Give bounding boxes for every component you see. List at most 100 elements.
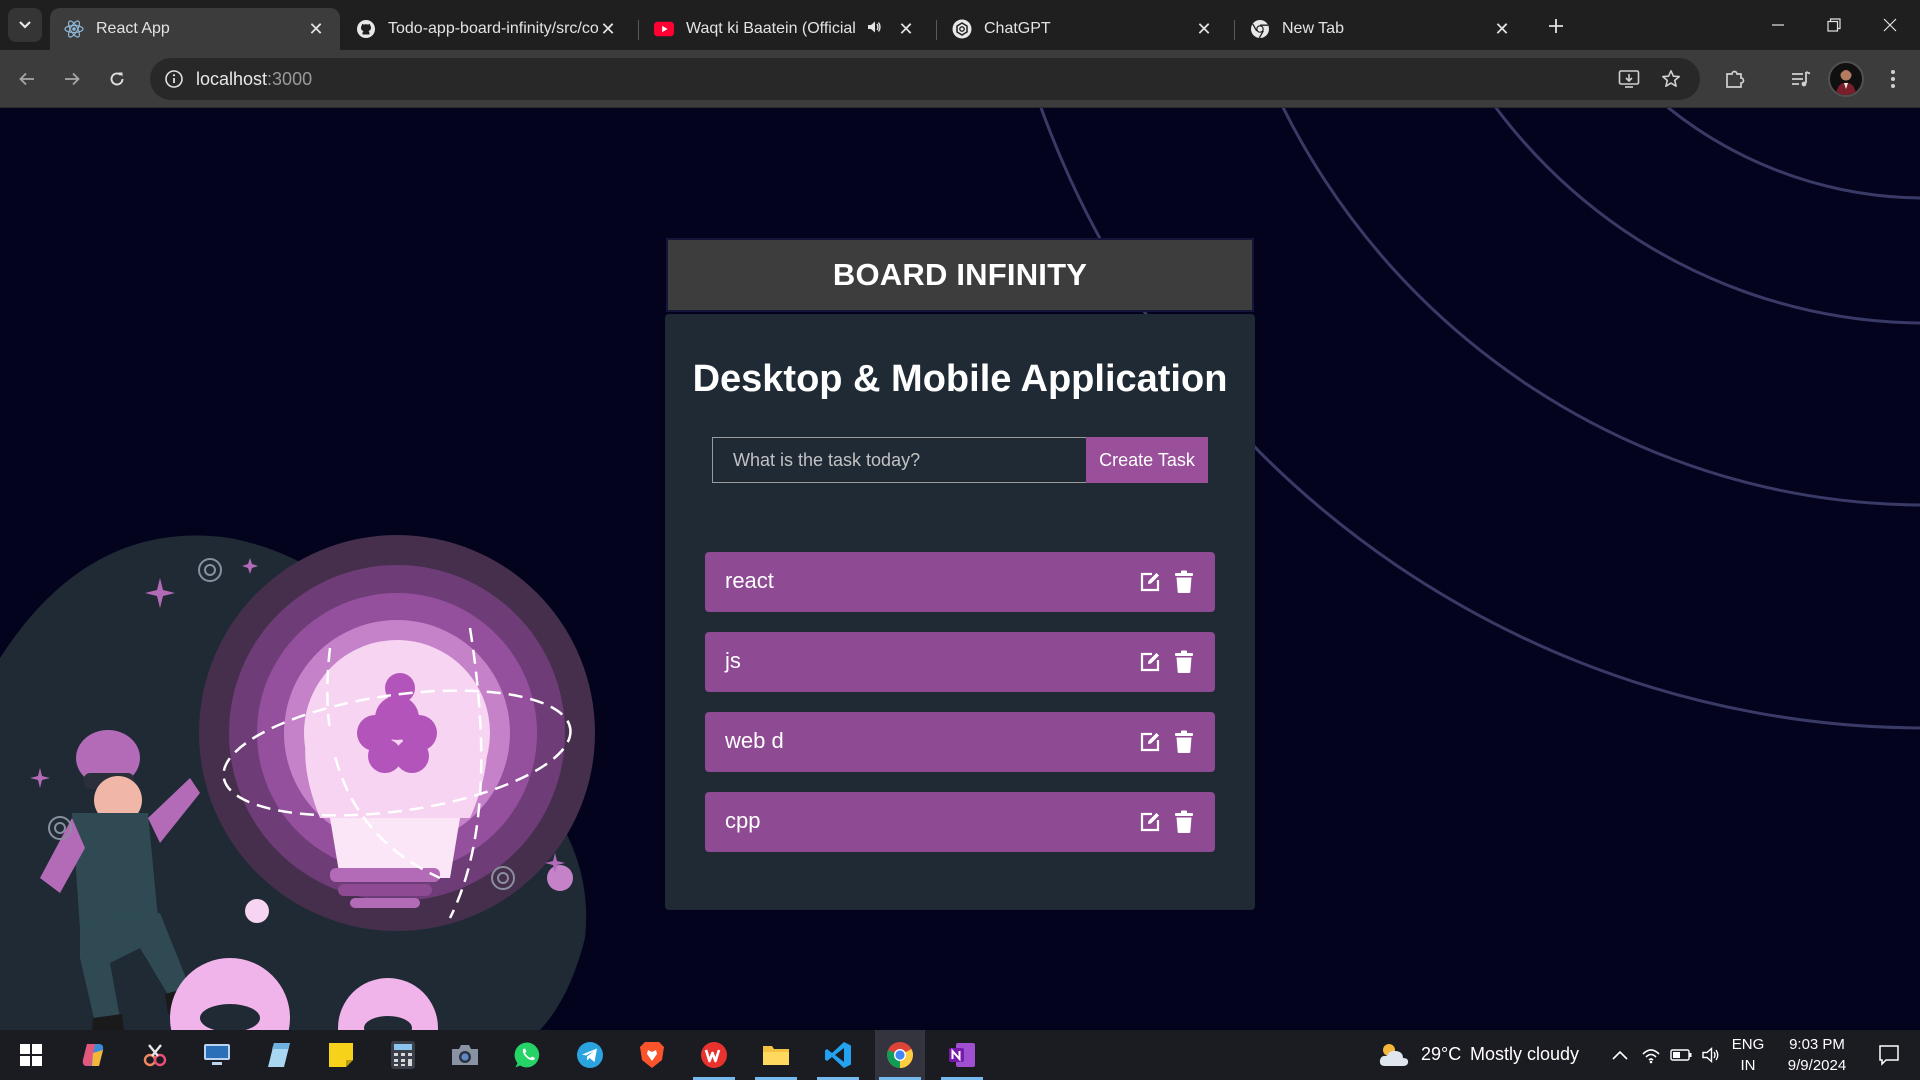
chevron-up-icon bbox=[1612, 1050, 1628, 1060]
url-text: localhost:3000 bbox=[196, 69, 312, 90]
trash-icon[interactable] bbox=[1174, 810, 1194, 834]
file-explorer-icon[interactable] bbox=[751, 1030, 801, 1080]
windows-start-icon[interactable] bbox=[6, 1030, 56, 1080]
trash-icon[interactable] bbox=[1174, 650, 1194, 674]
site-info-icon[interactable] bbox=[164, 69, 184, 89]
edit-icon[interactable] bbox=[1139, 651, 1161, 673]
restore-icon bbox=[1827, 18, 1841, 32]
brand-title: BOARD INFINITY bbox=[832, 257, 1088, 292]
remote-desktop-icon[interactable] bbox=[192, 1030, 242, 1080]
chrome-menu-button[interactable] bbox=[1876, 62, 1910, 96]
task-item: js bbox=[705, 632, 1215, 692]
region-code: IN bbox=[1740, 1057, 1756, 1074]
trash-icon[interactable] bbox=[1174, 730, 1194, 754]
notifications-button[interactable] bbox=[1866, 1030, 1912, 1080]
trash-icon[interactable] bbox=[1174, 570, 1194, 594]
telegram-icon[interactable] bbox=[565, 1030, 615, 1080]
tab-title: ChatGPT bbox=[984, 20, 1051, 37]
vscode-icon[interactable] bbox=[813, 1030, 863, 1080]
lightbulb-illustration bbox=[0, 535, 595, 1030]
close-tab-icon[interactable]: ✕ bbox=[1194, 19, 1214, 39]
camera-icon[interactable] bbox=[440, 1030, 490, 1080]
task-item: web d bbox=[705, 712, 1215, 772]
github-icon bbox=[356, 19, 376, 39]
url-host: localhost bbox=[196, 69, 268, 89]
tab-github[interactable]: Todo-app-board-infinity/src/co ✕ bbox=[342, 8, 632, 50]
brand-header: BOARD INFINITY bbox=[666, 238, 1254, 312]
new-tab-button[interactable] bbox=[1540, 10, 1572, 42]
sticky-notes-icon[interactable] bbox=[316, 1030, 366, 1080]
close-window-button[interactable] bbox=[1862, 0, 1918, 50]
weather-widget[interactable] bbox=[1372, 1030, 1416, 1080]
tab-react-app[interactable]: React App ✕ bbox=[50, 8, 340, 50]
language-code: ENG bbox=[1731, 1036, 1765, 1053]
tab-separator bbox=[936, 20, 937, 40]
tab-title: New Tab bbox=[1282, 20, 1344, 37]
show-hidden-icons[interactable] bbox=[1604, 1030, 1636, 1080]
weather-temp[interactable]: 29°C bbox=[1421, 1044, 1461, 1065]
calculator-icon[interactable] bbox=[378, 1030, 428, 1080]
clock-time: 9:03 PM bbox=[1789, 1036, 1845, 1053]
close-tab-icon[interactable]: ✕ bbox=[1492, 19, 1512, 39]
chrome-icon[interactable] bbox=[875, 1030, 925, 1080]
create-task-button[interactable]: Create Task bbox=[1086, 437, 1208, 483]
whatsapp-icon[interactable] bbox=[503, 1030, 553, 1080]
forward-button[interactable] bbox=[55, 62, 89, 96]
minimize-icon bbox=[1772, 24, 1784, 26]
tab-youtube[interactable]: Waqt ki Baatein (Official Mu ✕ bbox=[640, 8, 930, 50]
media-controls-button[interactable] bbox=[1784, 62, 1818, 96]
arrow-left-icon bbox=[19, 72, 34, 86]
tab-search-button[interactable] bbox=[8, 8, 42, 42]
close-tab-icon[interactable]: ✕ bbox=[896, 19, 916, 39]
address-bar[interactable]: localhost:3000 bbox=[150, 58, 1700, 100]
windows-taskbar: 29°C Mostly cloudy ENG IN 9:03 PM 9/9/20… bbox=[0, 1030, 1920, 1080]
brave-icon[interactable] bbox=[627, 1030, 677, 1080]
snipping-tool-icon[interactable] bbox=[130, 1030, 180, 1080]
partly-cloudy-icon bbox=[1379, 1044, 1409, 1066]
url-port: :3000 bbox=[267, 69, 313, 89]
task-label: js bbox=[725, 648, 741, 673]
task-item: cpp bbox=[705, 792, 1215, 852]
more-vertical-icon bbox=[1891, 70, 1895, 88]
restore-button[interactable] bbox=[1806, 0, 1862, 50]
speaker-icon[interactable] bbox=[866, 19, 882, 40]
volume-icon[interactable] bbox=[1696, 1030, 1726, 1080]
clock[interactable]: 9:03 PM 9/9/2024 bbox=[1772, 1036, 1862, 1074]
task-input[interactable] bbox=[712, 437, 1088, 483]
arrow-right-icon bbox=[65, 72, 80, 86]
reload-button[interactable] bbox=[100, 62, 134, 96]
edit-icon[interactable] bbox=[1139, 731, 1161, 753]
onenote-icon[interactable] bbox=[937, 1030, 987, 1080]
reload-icon bbox=[110, 72, 124, 86]
tab-title: Waqt ki Baatein (Official Mu bbox=[686, 20, 860, 37]
install-app-icon[interactable] bbox=[1616, 66, 1642, 92]
task-label: cpp bbox=[725, 808, 761, 833]
battery-icon[interactable] bbox=[1666, 1030, 1696, 1080]
plus-icon bbox=[1549, 19, 1563, 33]
profile-avatar[interactable] bbox=[1828, 61, 1864, 97]
tab-separator bbox=[1234, 20, 1235, 40]
page-content: BOARD INFINITY Desktop & Mobile Applicat… bbox=[0, 108, 1920, 1030]
task-label: web d bbox=[725, 728, 784, 753]
network-icon[interactable] bbox=[1636, 1030, 1666, 1080]
extensions-button[interactable] bbox=[1718, 62, 1752, 96]
todo-card: Desktop & Mobile Application Create Task… bbox=[665, 314, 1255, 910]
task-item: react bbox=[705, 552, 1215, 612]
bookmark-star-icon[interactable] bbox=[1658, 66, 1684, 92]
tab-chatgpt[interactable]: ChatGPT ✕ bbox=[938, 8, 1228, 50]
edit-icon[interactable] bbox=[1139, 571, 1161, 593]
tab-title: Todo-app-board-infinity/src/co bbox=[388, 20, 598, 37]
weather-condition[interactable]: Mostly cloudy bbox=[1470, 1044, 1579, 1065]
close-tab-icon[interactable]: ✕ bbox=[598, 19, 618, 39]
edit-icon[interactable] bbox=[1139, 811, 1161, 833]
copilot-icon[interactable] bbox=[68, 1030, 118, 1080]
language-indicator[interactable]: ENG IN bbox=[1726, 1036, 1770, 1074]
tab-new-tab[interactable]: New Tab ✕ bbox=[1236, 8, 1526, 50]
notification-icon bbox=[1879, 1045, 1899, 1066]
wps-office-icon[interactable] bbox=[689, 1030, 739, 1080]
minimize-button[interactable] bbox=[1750, 0, 1806, 50]
close-tab-icon[interactable]: ✕ bbox=[306, 19, 326, 39]
notepad-icon[interactable] bbox=[254, 1030, 304, 1080]
app-heading: Desktop & Mobile Application bbox=[692, 358, 1228, 400]
back-button[interactable] bbox=[10, 62, 44, 96]
